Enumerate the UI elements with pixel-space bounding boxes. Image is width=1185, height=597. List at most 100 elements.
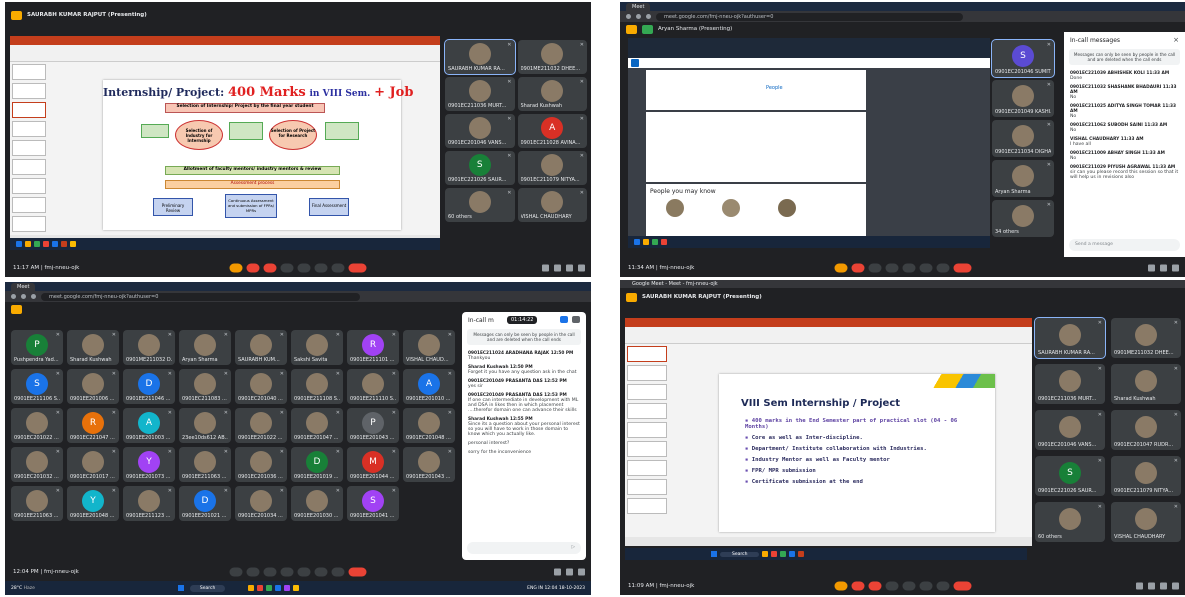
present-button[interactable] [297,263,311,273]
mic-off-button[interactable] [834,263,847,273]
participant-tile[interactable]: S ✕ 0901EC221026 SAUR... [445,151,515,185]
send-icon[interactable]: ▷ [571,545,575,550]
forward-icon[interactable] [636,14,641,19]
participant-tile[interactable]: ✕ 0901EC201047 RUDR... [1111,410,1181,450]
camera-button[interactable] [246,567,260,577]
screen-share-icon[interactable] [560,316,568,323]
message-input[interactable]: Send a message [1069,239,1180,251]
taskbar-search[interactable]: Search [189,584,226,592]
participant-tile[interactable]: ✕ 0901EC211079 NITYA... [1111,456,1181,496]
url-field[interactable]: meet.google.com/fmj-nneu-ojk?authuser=0 [41,292,360,301]
camera-off-button[interactable] [851,581,864,591]
participant-tile[interactable]: R ✕ 0901EC221047 ... [67,408,119,443]
reload-icon[interactable] [646,14,651,19]
participant-tile[interactable]: ✕ 0901EE201043 ... [403,447,455,482]
participant-tile[interactable]: S ✕ 0901EC221026 SAUR... [1035,456,1105,496]
windows-start-icon[interactable] [711,551,717,557]
participant-tile[interactable]: ✕ Sharad Kushwah [517,77,587,111]
chat-icon[interactable] [566,264,573,272]
participant-tile[interactable]: ✕ 0901EC211036 MURT... [445,77,515,111]
browser-tab[interactable]: Google Meet - Meet - fmj-nneu-ojk [626,280,724,288]
participant-tile[interactable]: D ✕ 0901EE201021 ... [179,486,231,521]
info-icon[interactable] [554,568,561,576]
people-icon[interactable] [1160,264,1167,272]
participant-tile[interactable]: ✕ 0901EC201036 ... [235,447,287,482]
participant-tile[interactable]: ✕ 0901EE211108 S... [291,369,343,404]
participant-tile[interactable]: ✕ 23ee10ds612 AB... [179,408,231,443]
participant-tile[interactable]: ✕ 0901EC211036 MURT... [1035,364,1105,404]
participant-tile[interactable]: A ✕ 0901EC211028 AVINA... [517,114,587,148]
participant-tile[interactable]: ✕ VISHAL CHAUDHARY [517,188,587,222]
participant-tile[interactable]: ✕ 0901EC201048 ... [403,408,455,443]
participant-tile[interactable]: ✕ 0901ME211032 DHEE... [517,40,587,74]
participant-tile[interactable]: A ✕ 0901EE201010 ... [403,369,455,404]
emoji-button[interactable] [885,263,898,273]
browser-tab[interactable]: Meet [626,2,651,11]
participant-tile[interactable]: ✕ 0901EE211123 ... [123,486,175,521]
participant-tile[interactable]: ✕ 60 others [445,188,515,222]
mic-button[interactable] [229,567,243,577]
participant-tile[interactable]: ✕ 0901ME211032 D... [123,330,175,365]
participant-tile[interactable]: ✕ Aryan Sharma [992,160,1054,197]
participant-tile[interactable]: ✕ 34 others [992,200,1054,237]
participant-tile[interactable]: ✕ Sakshi Savita [291,330,343,365]
activities-icon[interactable] [1172,582,1179,590]
raise-hand-button[interactable] [919,263,932,273]
people-tab[interactable]: People [766,85,783,91]
leave-call-button[interactable] [953,263,971,273]
captions-button[interactable] [263,263,277,273]
participant-tile[interactable]: ✕ 0901EC211083 ... [179,369,231,404]
participant-tile[interactable]: ✕ 0901EE211063 ... [179,447,231,482]
camera-off-button[interactable] [246,263,260,273]
forward-icon[interactable] [21,294,26,299]
participant-tile[interactable]: M ✕ 0901EE201044 ... [347,447,399,482]
raise-hand-button[interactable] [919,581,932,591]
participant-tile[interactable]: ✕ 0901EE201047 ... [291,408,343,443]
participant-tile[interactable]: ✕ 0901EC201049 KASHI... [992,80,1054,117]
chat-icon[interactable] [1172,264,1179,272]
participant-tile[interactable]: ✕ SAURABH KUM... [235,330,287,365]
info-icon[interactable] [1148,264,1155,272]
participant-tile[interactable]: ✕ 0901EC201022 ... [11,408,63,443]
present-button[interactable] [902,581,915,591]
more-options-button[interactable] [936,263,949,273]
participant-tile[interactable]: S ✕ 0901EC201046 SUMIT ... [991,39,1055,78]
camera-off-button[interactable] [851,263,864,273]
participant-tile[interactable]: Y ✕ 0901EE201048 ... [67,486,119,521]
people-icon[interactable] [566,568,573,576]
emoji-button[interactable] [885,581,898,591]
present-button[interactable] [297,567,311,577]
participant-tile[interactable]: ✕ 0901EE211063 ... [11,486,63,521]
participant-tile[interactable]: ✕ 0901EE201022 ... [235,408,287,443]
info-icon[interactable] [1136,582,1143,590]
participant-tile[interactable]: ✕ Sharad Kushwah [1111,364,1181,404]
emoji-button[interactable] [280,263,294,273]
participant-tile[interactable]: ✕ 0901EC201017 ... [67,447,119,482]
participant-tile[interactable]: ✕ SAURABH KUMAR RA... [1034,317,1106,359]
close-icon[interactable]: × [1173,36,1179,44]
participant-tile[interactable]: A ✕ 0901EE201003 ... [123,408,175,443]
more-options-button[interactable] [331,567,345,577]
participant-tile[interactable]: Y ✕ 0901EE201073 ... [123,447,175,482]
participant-tile[interactable]: ✕ SAURABH KUMAR RA... [444,39,516,75]
chat-icon[interactable] [1160,582,1167,590]
url-field[interactable]: meet.google.com/fmj-nneu-ojk?authuser=0 [656,12,964,21]
present-button[interactable] [902,263,915,273]
participant-tile[interactable]: S ✕ 0901EE201041 ... [347,486,399,521]
mic-off-button[interactable] [834,581,847,591]
mic-off-button[interactable] [229,263,243,273]
participant-tile[interactable]: ✕ 0901EC211034 DIGHA... [992,120,1054,157]
chat-icon[interactable] [578,568,585,576]
participant-tile[interactable]: ✕ 60 others [1035,502,1105,542]
captions-button[interactable] [263,567,277,577]
participant-tile[interactable]: ✕ VISHAL CHAUD... [403,330,455,365]
people-icon[interactable] [554,264,561,272]
participant-tile[interactable]: P ✕ 0901EE201043 ... [347,408,399,443]
leave-call-button[interactable] [348,263,367,273]
participant-tile[interactable]: S ✕ 0901EE211106 S... [11,369,63,404]
raise-hand-button[interactable] [314,567,328,577]
weather-widget[interactable]: 28°C Haze [11,586,35,591]
activities-icon[interactable] [578,264,585,272]
slide-thumbnails[interactable] [12,64,46,234]
participant-tile[interactable]: ✕ 0901EE211110 S... [347,369,399,404]
